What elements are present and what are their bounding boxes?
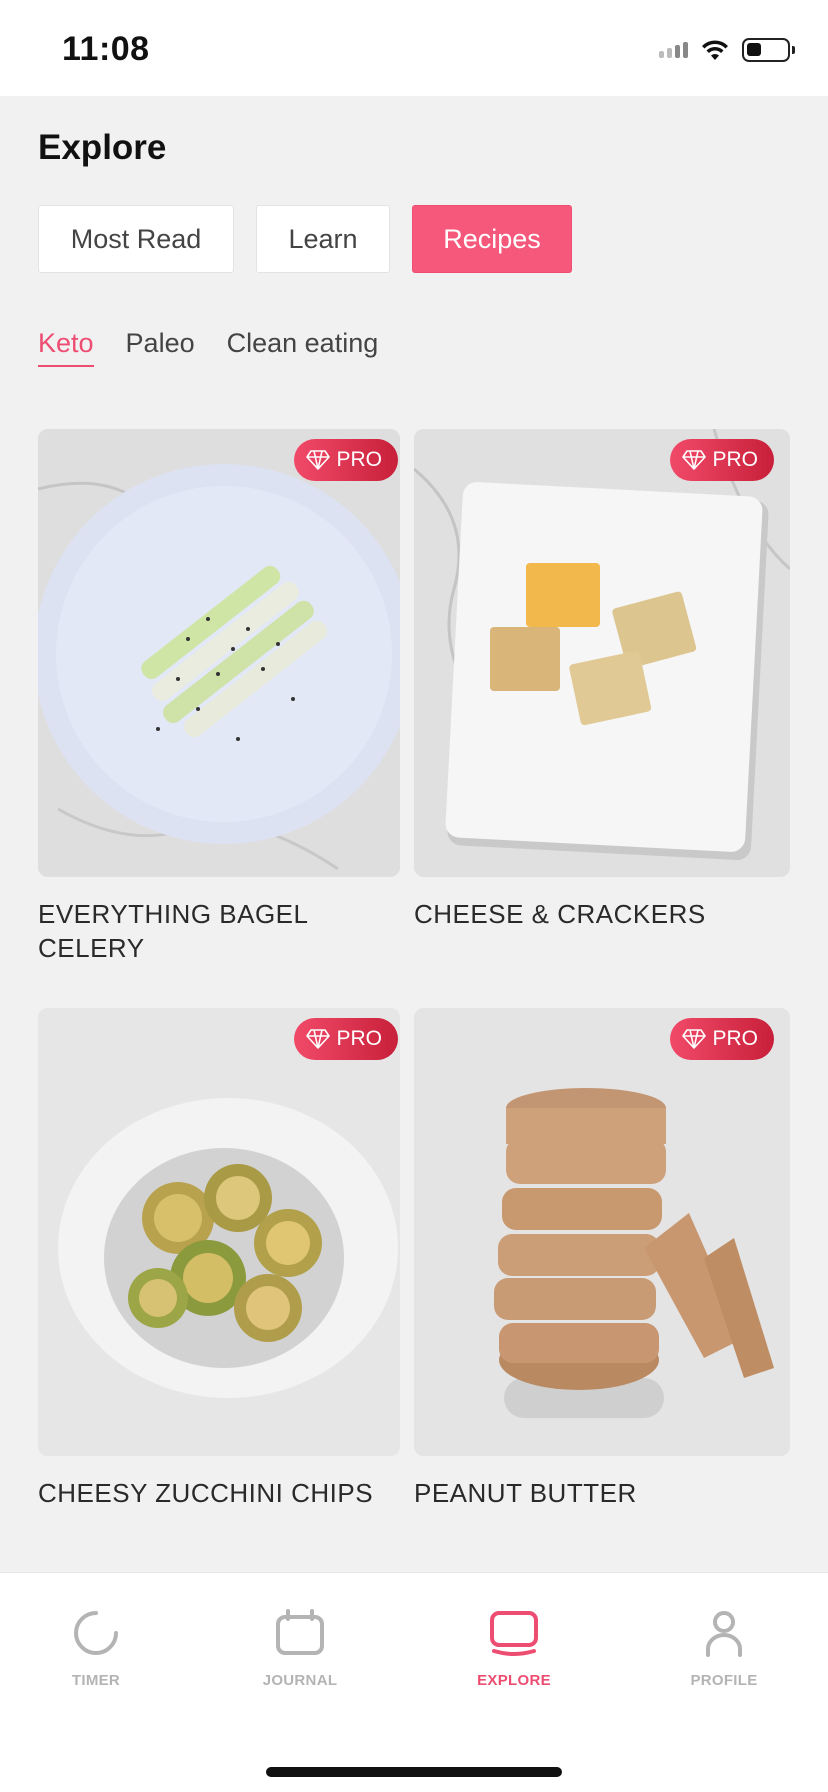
explore-icon: [490, 1611, 538, 1656]
timer-icon: [74, 1611, 118, 1655]
recipe-card[interactable]: PRO EVERYTHING BAGEL CELERY: [38, 429, 400, 965]
tab-most-read[interactable]: Most Read: [38, 205, 234, 273]
diamond-icon: [682, 450, 707, 470]
recipe-title: PEANUT BUTTER: [414, 1478, 637, 1508]
nav-label: JOURNAL: [262, 1672, 338, 1689]
recipe-card[interactable]: PRO CHEESY ZUCCHINI CHIPS: [38, 1008, 400, 1510]
status-time: 11:08: [62, 30, 150, 68]
nav-timer[interactable]: TIMER: [26, 1609, 166, 1689]
status-icons: [659, 36, 795, 64]
recipe-image: PRO: [38, 1008, 400, 1456]
signal-icon: [659, 42, 688, 58]
calendar-icon: [276, 1609, 324, 1655]
page-title: Explore: [38, 128, 167, 167]
pro-badge: PRO: [294, 439, 398, 481]
diamond-icon: [682, 1029, 707, 1049]
recipe-card[interactable]: PRO CHEESE & CRACKERS: [414, 429, 790, 931]
nav-journal[interactable]: JOURNAL: [230, 1609, 370, 1689]
nav-explore[interactable]: EXPLORE: [444, 1609, 584, 1689]
segment-tabs: Most Read Learn Recipes: [38, 205, 594, 273]
nav-label: EXPLORE: [477, 1672, 551, 1689]
pro-badge: PRO: [294, 1018, 398, 1060]
pro-badge: PRO: [670, 439, 774, 481]
subtab-paleo[interactable]: Paleo: [126, 328, 195, 367]
recipe-title: CHEESY ZUCCHINI CHIPS: [38, 1478, 374, 1508]
tab-recipes[interactable]: Recipes: [412, 205, 572, 273]
recipe-card[interactable]: PRO PEANUT BUTTER: [414, 1008, 790, 1510]
diamond-icon: [306, 450, 331, 470]
subtab-clean-eating[interactable]: Clean eating: [227, 328, 379, 367]
recipe-title: EVERYTHING BAGEL CELERY: [38, 899, 308, 963]
recipe-title: CHEESE & CRACKERS: [414, 899, 706, 929]
bottom-nav: TIMER JOURNAL EXPLORE PROFILE: [0, 1572, 828, 1792]
tab-learn[interactable]: Learn: [256, 205, 390, 273]
recipe-image: PRO: [414, 429, 790, 877]
diet-filter-tabs: Keto Paleo Clean eating: [38, 328, 378, 367]
profile-icon: [706, 1611, 742, 1657]
subtab-keto[interactable]: Keto: [38, 328, 94, 367]
recipe-image: PRO: [38, 429, 400, 877]
nav-label: PROFILE: [690, 1672, 758, 1689]
wifi-icon: [702, 40, 728, 60]
nav-profile[interactable]: PROFILE: [654, 1609, 794, 1689]
diamond-icon: [306, 1029, 331, 1049]
recipe-image: PRO: [414, 1008, 790, 1456]
home-indicator: [266, 1767, 562, 1777]
status-bar: 11:08: [0, 0, 828, 96]
nav-label: TIMER: [71, 1672, 121, 1689]
pro-badge: PRO: [670, 1018, 774, 1060]
battery-icon: [742, 38, 795, 62]
